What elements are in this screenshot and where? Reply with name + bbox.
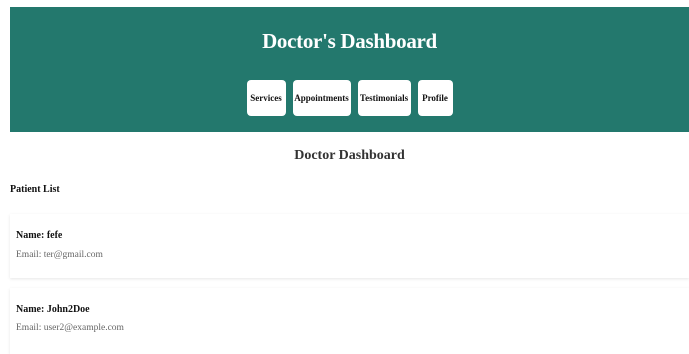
main-nav: Services Appointments Testimonials Profi…	[10, 80, 689, 116]
patient-name: Name: John2Doe	[16, 304, 90, 315]
patient-name: Name: fefe	[16, 230, 63, 241]
patient-card: Name: fefe Email: ter@gmail.com	[10, 214, 689, 278]
nav-testimonials-button[interactable]: Testimonials	[357, 80, 411, 116]
nav-services-button[interactable]: Services	[246, 80, 286, 116]
patient-email: Email: ter@gmail.com	[16, 250, 103, 260]
patient-list-heading: Patient List	[10, 184, 60, 195]
page: Doctor's Dashboard Services Appointments…	[0, 0, 689, 354]
nav-profile-button[interactable]: Profile	[417, 80, 453, 116]
nav-appointments-button[interactable]: Appointments	[292, 80, 351, 116]
patient-card: Name: John2Doe Email: user2@example.com	[10, 288, 689, 354]
app-title: Doctor's Dashboard	[262, 29, 437, 53]
patient-email: Email: user2@example.com	[16, 323, 124, 333]
page-title: Doctor Dashboard	[294, 148, 405, 163]
header-bar: Doctor's Dashboard Services Appointments…	[10, 7, 689, 132]
